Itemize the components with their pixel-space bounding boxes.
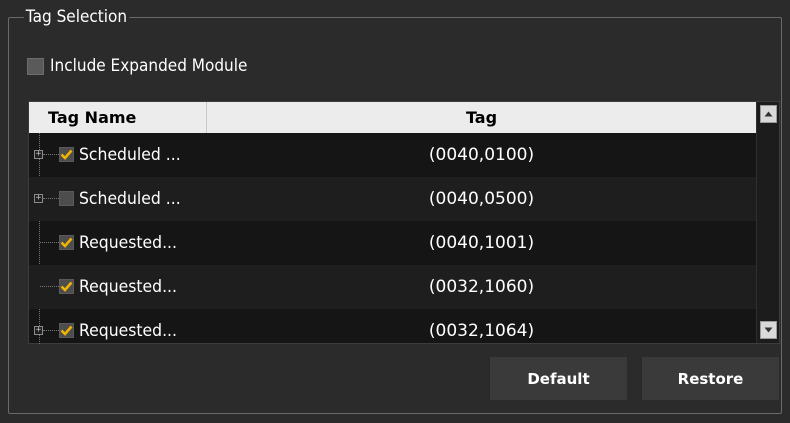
row-checkbox[interactable] bbox=[59, 191, 74, 206]
row-checkbox[interactable] bbox=[59, 235, 74, 250]
tree-branch-line bbox=[40, 242, 59, 243]
tag-grid: Tag Name Tag + Scheduled ... (0040,0100)… bbox=[28, 101, 780, 344]
include-expanded-checkbox[interactable] bbox=[27, 57, 44, 75]
include-expanded-label[interactable]: Include Expanded Module bbox=[50, 56, 247, 76]
grid-header: Tag Name Tag bbox=[29, 102, 756, 133]
grid-rows: + Scheduled ... (0040,0100) + Scheduled … bbox=[29, 133, 756, 344]
row-checkbox[interactable] bbox=[59, 279, 74, 294]
include-expanded-row[interactable]: Include Expanded Module bbox=[27, 55, 269, 77]
scroll-down-button[interactable] bbox=[760, 321, 777, 339]
row-checkbox[interactable] bbox=[59, 147, 74, 162]
expand-plus-icon[interactable]: + bbox=[34, 150, 43, 159]
table-row[interactable]: + Requested... (0032,1064) bbox=[29, 309, 756, 344]
row-tag-value: (0032,1060) bbox=[428, 277, 535, 297]
arrow-up-icon bbox=[764, 111, 773, 117]
row-tag-name: Requested... bbox=[79, 277, 177, 297]
expand-plus-icon[interactable]: + bbox=[34, 194, 43, 203]
arrow-down-icon bbox=[764, 327, 773, 333]
row-tag-value: (0040,1001) bbox=[428, 233, 535, 253]
scroll-up-button[interactable] bbox=[760, 105, 777, 123]
table-row[interactable]: + Scheduled ... (0040,0500) bbox=[29, 177, 756, 221]
table-row[interactable]: + Scheduled ... (0040,0100) bbox=[29, 133, 756, 177]
table-row[interactable]: Requested... (0032,1060) bbox=[29, 265, 756, 309]
vertical-scrollbar[interactable] bbox=[756, 102, 779, 343]
group-title: Tag Selection bbox=[24, 6, 129, 28]
default-button[interactable]: Default bbox=[489, 356, 628, 401]
row-tag-value: (0040,0500) bbox=[428, 189, 535, 209]
checkmark-icon bbox=[60, 325, 73, 336]
column-header-tag-name[interactable]: Tag Name bbox=[29, 102, 207, 133]
tree-branch-line bbox=[43, 330, 59, 331]
row-tag-name: Requested... bbox=[79, 233, 177, 253]
tree-branch-line bbox=[40, 286, 59, 287]
row-tag-name: Scheduled ... bbox=[79, 189, 181, 209]
checkmark-icon bbox=[60, 149, 73, 160]
row-tag-value: (0040,0100) bbox=[428, 145, 535, 165]
tree-branch-line bbox=[43, 154, 59, 155]
restore-button[interactable]: Restore bbox=[641, 356, 780, 401]
row-tag-value: (0032,1064) bbox=[428, 321, 535, 341]
tree-branch-line bbox=[43, 198, 59, 199]
table-row[interactable]: Requested... (0040,1001) bbox=[29, 221, 756, 265]
expand-plus-icon[interactable]: + bbox=[34, 326, 43, 335]
checkmark-icon bbox=[60, 281, 73, 292]
row-checkbox[interactable] bbox=[59, 323, 74, 338]
row-tag-name: Scheduled ... bbox=[79, 145, 181, 165]
row-tag-name: Requested... bbox=[79, 321, 177, 341]
checkmark-icon bbox=[60, 237, 73, 248]
column-header-tag[interactable]: Tag bbox=[207, 102, 756, 133]
